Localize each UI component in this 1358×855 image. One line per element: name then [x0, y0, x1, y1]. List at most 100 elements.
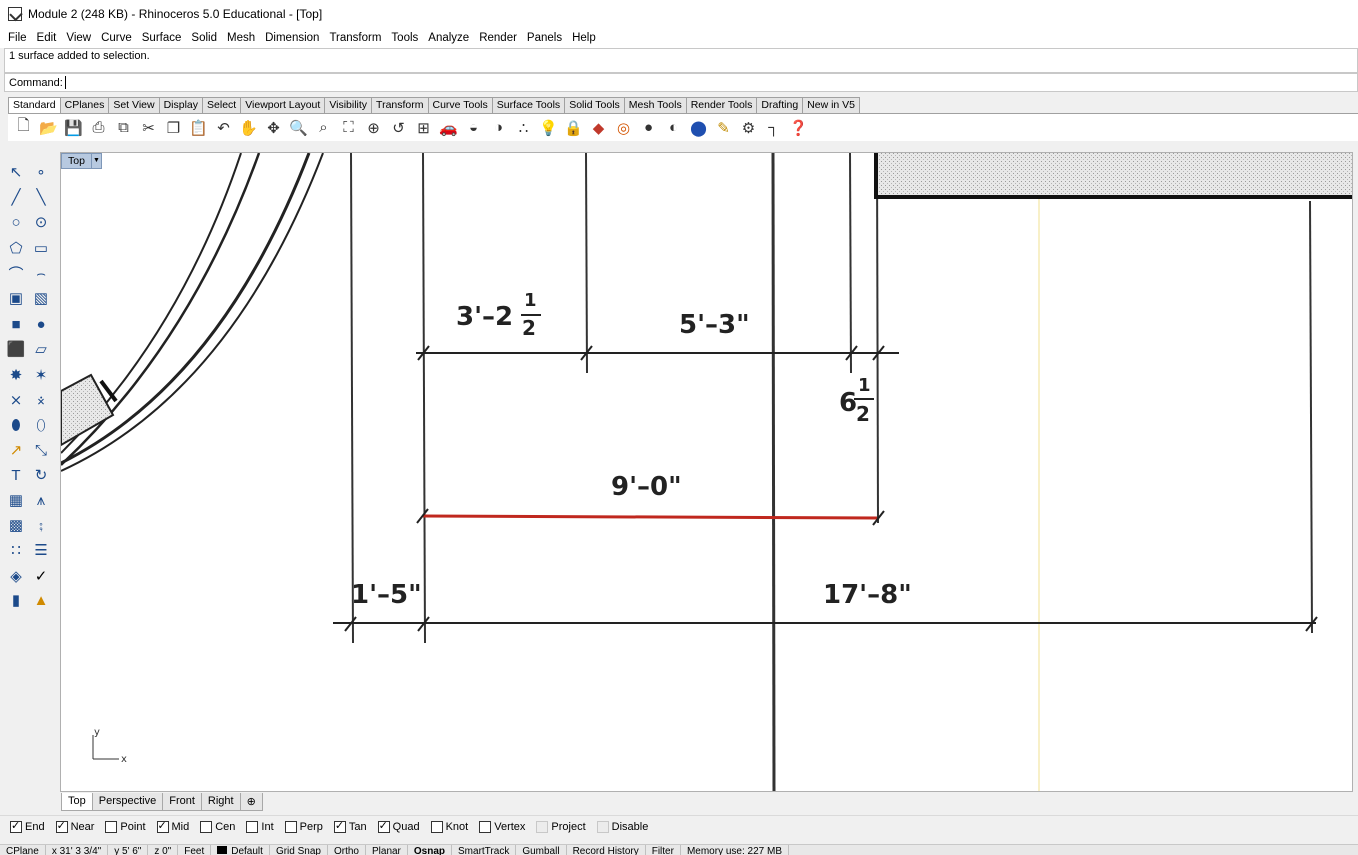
color-wheel-icon[interactable]: ◎: [611, 116, 636, 140]
menu-tools[interactable]: Tools: [386, 32, 423, 44]
status-toggle-filter[interactable]: Filter: [646, 845, 681, 855]
dimension-tool-icon[interactable]: ⨟: [29, 513, 53, 537]
menu-panels[interactable]: Panels: [522, 32, 567, 44]
osnap-checkbox[interactable]: [10, 820, 22, 833]
render-shaded-icon[interactable]: ◐: [661, 116, 686, 140]
trim-icon[interactable]: ⨰: [29, 388, 53, 412]
undo-view-icon[interactable]: ↺: [386, 116, 411, 140]
toolbar-tab-curve-tools[interactable]: Curve Tools: [427, 97, 493, 113]
toolbar-tab-transform[interactable]: Transform: [371, 97, 429, 113]
osnap-disable[interactable]: Disable: [596, 820, 648, 833]
osnap-end[interactable]: End: [10, 820, 45, 833]
boolean-union-icon[interactable]: ⬮: [4, 413, 28, 437]
copy-icon[interactable]: ❐: [161, 116, 186, 140]
surface-corner-icon[interactable]: ▣: [4, 286, 28, 310]
osnap-checkbox[interactable]: [333, 820, 346, 833]
view-tab-right[interactable]: Right: [200, 793, 241, 811]
osnap-checkbox[interactable]: [479, 820, 492, 833]
view-tab-perspective[interactable]: Perspective: [91, 793, 164, 811]
osnap-point[interactable]: Point: [105, 820, 146, 833]
osnap-tan[interactable]: Tan: [333, 820, 367, 833]
status-toggle-planar[interactable]: Planar: [366, 845, 408, 855]
settings-gear-icon[interactable]: ⚙: [736, 116, 761, 140]
osnap-checkbox[interactable]: [156, 820, 169, 833]
top-viewport[interactable]: Top ▼ 3'–2 1 2 5'–3" 6 1 2 9'–0" 1'–5" 1…: [60, 152, 1353, 792]
toolbar-tab-drafting[interactable]: Drafting: [756, 97, 804, 113]
drawing-canvas[interactable]: 3'–2 1 2 5'–3" 6 1 2 9'–0" 1'–5" 17'–8" …: [61, 153, 1353, 792]
toolbar-tab-surface-tools[interactable]: Surface Tools: [491, 97, 566, 113]
osnap-near[interactable]: Near: [55, 820, 94, 833]
import-icon[interactable]: ⧉: [111, 116, 136, 140]
menu-file[interactable]: File: [3, 32, 32, 44]
join-icon[interactable]: ⨯: [4, 388, 28, 412]
osnap-project[interactable]: Project: [536, 820, 586, 833]
status-toggle-grid-snap[interactable]: Grid Snap: [270, 845, 328, 855]
cut-icon[interactable]: ✂: [136, 116, 161, 140]
car-icon[interactable]: 🚗: [436, 116, 461, 140]
dimension-icon[interactable]: ┐: [761, 116, 786, 140]
toolbar-tab-new-in-v5[interactable]: New in V5: [802, 97, 861, 113]
polygon-icon[interactable]: ⬠: [4, 236, 28, 260]
array-icon[interactable]: ▦: [4, 488, 28, 512]
menu-help[interactable]: Help: [567, 32, 601, 44]
polyline-icon[interactable]: ╱: [4, 185, 28, 209]
status-toggle-osnap[interactable]: Osnap: [408, 845, 453, 855]
select-points-icon[interactable]: ∴: [511, 116, 536, 140]
osnap-checkbox[interactable]: [105, 820, 118, 833]
osnap-knot[interactable]: Knot: [430, 820, 468, 833]
ellipse-icon[interactable]: ⊙: [29, 210, 53, 234]
viewport-menu-arrow-icon[interactable]: ▼: [91, 153, 102, 169]
status-toggle-record-history[interactable]: Record History: [567, 845, 646, 855]
paste-icon[interactable]: 📋: [186, 116, 211, 140]
zoom-extents-icon[interactable]: ⛶: [336, 116, 361, 140]
status-toggle-ortho[interactable]: Ortho: [328, 845, 366, 855]
toolbar-tab-visibility[interactable]: Visibility: [324, 97, 373, 113]
menu-render[interactable]: Render: [474, 32, 522, 44]
render-sphere-icon[interactable]: ●: [636, 116, 661, 140]
status-toggle-gumball[interactable]: Gumball: [516, 845, 567, 855]
lock-icon[interactable]: 🔒: [561, 116, 586, 140]
curve-points-icon[interactable]: ╲: [29, 185, 53, 209]
osnap-checkbox[interactable]: [430, 820, 443, 833]
circle-icon[interactable]: ○: [4, 210, 28, 234]
command-line[interactable]: Command:: [4, 73, 1358, 92]
solid-edit-icon[interactable]: ▩: [4, 513, 28, 537]
explode-icon[interactable]: ✸: [4, 363, 28, 387]
status-toggle-smarttrack[interactable]: SmartTrack: [452, 845, 517, 855]
menu-solid[interactable]: Solid: [186, 32, 222, 44]
osnap-quad[interactable]: Quad: [377, 820, 420, 833]
zoom-selected-icon[interactable]: ⊕: [361, 116, 386, 140]
toolbar-tab-mesh-tools[interactable]: Mesh Tools: [623, 97, 687, 113]
paint-icon[interactable]: ▲: [29, 588, 53, 612]
cage-icon[interactable]: ◈: [4, 564, 28, 588]
menu-mesh[interactable]: Mesh: [222, 32, 260, 44]
viewport-name[interactable]: Top: [61, 153, 92, 169]
menu-dimension[interactable]: Dimension: [260, 32, 324, 44]
status-layer[interactable]: Default: [211, 845, 270, 855]
menu-surface[interactable]: Surface: [137, 32, 187, 44]
zoom-icon[interactable]: 🔍: [286, 116, 311, 140]
osnap-vertex[interactable]: Vertex: [479, 820, 525, 833]
light-icon[interactable]: 💡: [536, 116, 561, 140]
menu-analyze[interactable]: Analyze: [423, 32, 474, 44]
view-tab-top[interactable]: Top: [61, 793, 93, 811]
undo-icon[interactable]: ↶: [211, 116, 236, 140]
osnap-checkbox[interactable]: [55, 820, 68, 833]
move-icon[interactable]: ↗: [4, 438, 28, 462]
osnap-checkbox[interactable]: [536, 820, 549, 833]
sphere-icon[interactable]: ●: [29, 312, 53, 336]
toolbar-tab-select[interactable]: Select: [202, 97, 242, 113]
scale-icon[interactable]: ⤡: [29, 438, 53, 462]
osnap-checkbox[interactable]: [246, 820, 259, 833]
toolbar-tab-cplanes[interactable]: CPlanes: [59, 97, 110, 113]
toolbar-tab-display[interactable]: Display: [158, 97, 204, 113]
open-icon[interactable]: 📂: [36, 116, 61, 140]
four-viewports-icon[interactable]: ⊞: [411, 116, 436, 140]
viewport-title[interactable]: Top ▼: [61, 153, 102, 169]
text-icon[interactable]: T: [4, 463, 28, 487]
rectangle-icon[interactable]: ▭: [29, 236, 53, 260]
save-icon[interactable]: 💾: [61, 116, 86, 140]
toolbar-tab-render-tools[interactable]: Render Tools: [685, 97, 758, 113]
menu-curve[interactable]: Curve: [96, 32, 137, 44]
extrude-icon[interactable]: ⬛: [4, 337, 28, 361]
